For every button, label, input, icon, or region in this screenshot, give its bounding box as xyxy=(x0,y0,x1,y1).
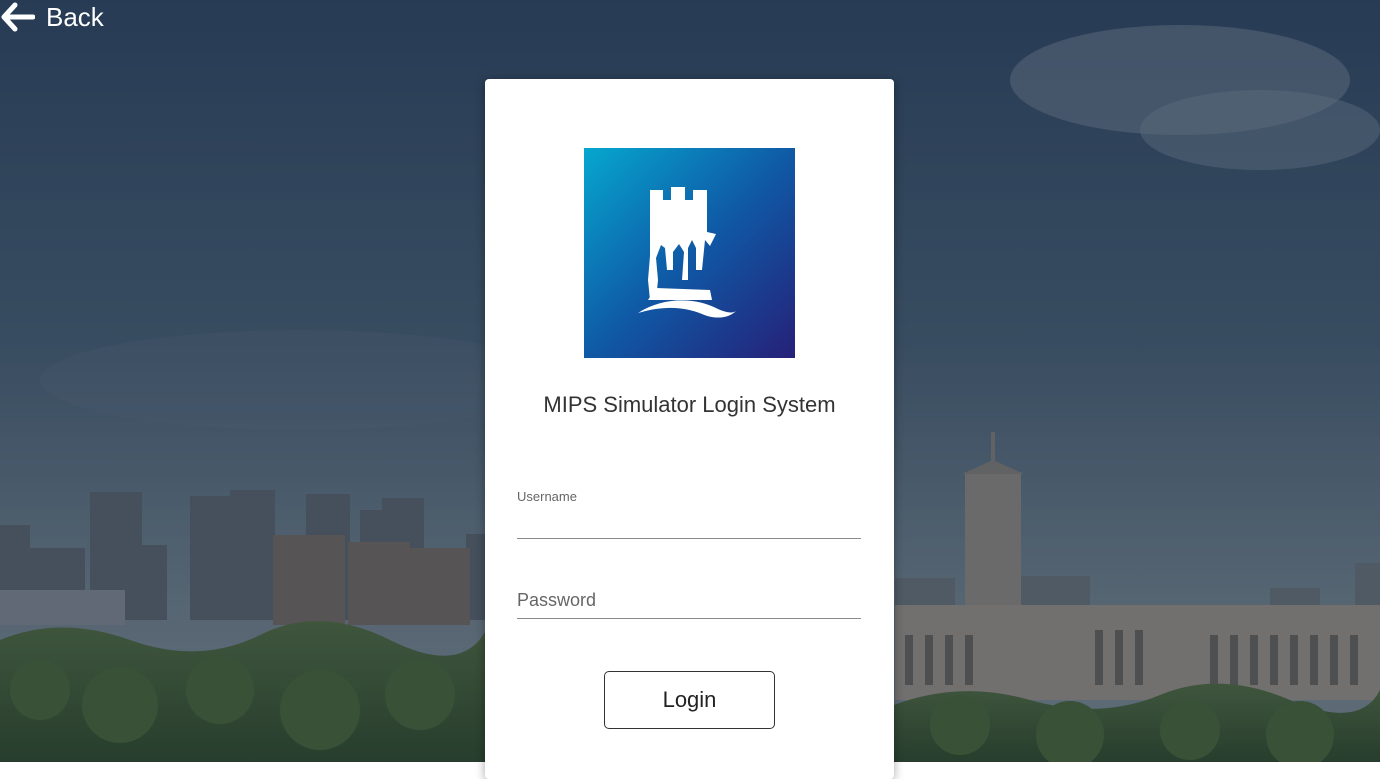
back-label: Back xyxy=(46,1,104,32)
username-label: Username xyxy=(517,489,577,504)
login-button[interactable]: Login xyxy=(604,671,775,729)
castle-tower-logo xyxy=(584,148,795,358)
username-field: Username xyxy=(517,487,861,539)
password-underline xyxy=(517,618,861,619)
password-field xyxy=(517,579,861,619)
password-input[interactable] xyxy=(517,587,861,613)
login-card: MIPS Simulator Login System Username Log… xyxy=(485,79,894,779)
username-underline xyxy=(517,538,861,539)
back-button[interactable]: Back xyxy=(0,0,104,34)
page-title: MIPS Simulator Login System xyxy=(543,392,836,417)
username-input[interactable] xyxy=(517,511,861,537)
arrow-left-icon xyxy=(0,0,36,34)
